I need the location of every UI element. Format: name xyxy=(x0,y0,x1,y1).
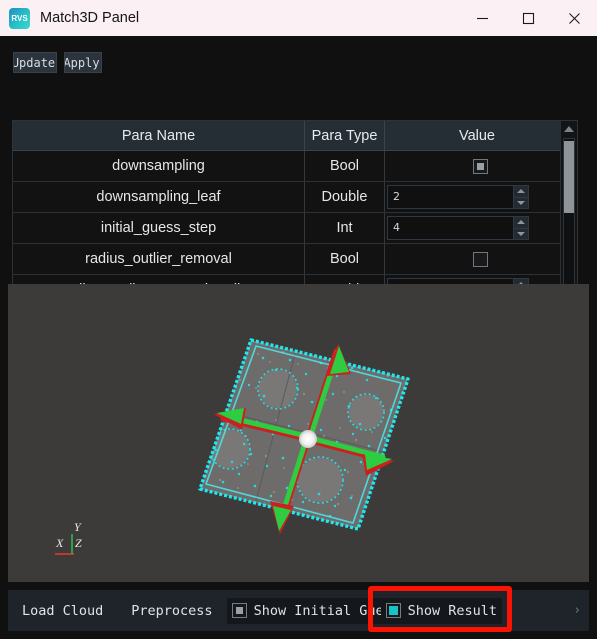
scroll-up-icon[interactable] xyxy=(561,121,577,137)
spinbox-decrement-icon[interactable] xyxy=(513,197,528,208)
spinbox-value: 2 xyxy=(393,190,400,203)
rvs-app-icon: RVS xyxy=(9,7,30,29)
column-header-para-name[interactable]: Para Name xyxy=(13,121,305,151)
gizmo-x-label: X xyxy=(56,536,64,550)
param-type-cell: Int xyxy=(304,212,385,244)
3d-viewport[interactable]: Y X Z xyxy=(8,284,589,582)
parameter-table: Para Name Para Type Value downsampling B… xyxy=(12,120,578,309)
param-value-cell[interactable]: 4 xyxy=(384,212,569,244)
show-initial-guess-checkbox[interactable]: Show Initial Guess xyxy=(226,597,381,624)
param-type-cell: Bool xyxy=(304,150,385,182)
origin-handle xyxy=(299,430,317,448)
apply-button[interactable]: Apply xyxy=(64,52,102,73)
preprocess-button[interactable]: Preprocess xyxy=(117,603,226,619)
table-scrollbar[interactable] xyxy=(560,121,577,308)
table-row[interactable]: downsampling_leaf Double 2 xyxy=(13,181,569,213)
spinbox-value: 4 xyxy=(393,221,400,234)
param-name-cell: radius_outlier_removal xyxy=(13,243,305,275)
initial-guess-step-spinbox[interactable]: 4 xyxy=(387,216,529,240)
spinbox-arrows xyxy=(513,217,528,239)
panel-body: Update Apply Para Name Para Type Value d… xyxy=(0,36,597,639)
param-type-cell: Double xyxy=(304,181,385,213)
downsampling-checkbox[interactable] xyxy=(472,158,488,174)
apply-button-label: Apply xyxy=(64,55,100,70)
update-button[interactable]: Update xyxy=(13,52,57,73)
top-toolbar: Update Apply xyxy=(13,52,102,73)
column-header-value[interactable]: Value xyxy=(384,121,569,151)
table-row[interactable]: radius_outlier_removal Bool xyxy=(13,243,569,275)
minimize-icon[interactable] xyxy=(459,0,505,36)
column-header-para-type[interactable]: Para Type xyxy=(304,121,385,151)
spinbox-arrows xyxy=(513,186,528,208)
gizmo-y-label: Y xyxy=(74,520,81,534)
checkbox-indicator-icon xyxy=(385,603,401,618)
show-result-label: Show Result xyxy=(407,602,497,619)
table-header-row: Para Name Para Type Value xyxy=(13,121,569,151)
spinbox-decrement-icon[interactable] xyxy=(513,228,528,239)
match3d-panel-window: RVS Match3D Panel Update Apply Para Name… xyxy=(0,0,597,639)
param-value-cell[interactable]: 2 xyxy=(384,181,569,213)
spinbox-increment-icon[interactable] xyxy=(513,217,528,229)
scrollbar-thumb[interactable] xyxy=(564,141,574,213)
load-cloud-button[interactable]: Load Cloud xyxy=(8,603,117,619)
window-title: Match3D Panel xyxy=(40,10,140,26)
bottom-toolbar: Load Cloud Preprocess Show Initial Guess… xyxy=(8,590,589,631)
title-bar: RVS Match3D Panel xyxy=(0,0,597,36)
update-button-label: Update xyxy=(13,55,56,70)
spinbox-increment-icon[interactable] xyxy=(513,186,528,198)
y-axis-line-icon xyxy=(71,534,73,554)
param-name-cell: initial_guess_step xyxy=(13,212,305,244)
show-initial-guess-label: Show Initial Guess xyxy=(253,602,381,619)
maximize-icon[interactable] xyxy=(505,0,551,36)
toolbar-overflow-chevron-icon[interactable]: › xyxy=(575,603,580,618)
checkbox-indicator-icon xyxy=(231,603,247,618)
close-icon[interactable] xyxy=(551,0,597,36)
param-name-cell: downsampling xyxy=(13,150,305,182)
param-type-cell: Bool xyxy=(304,243,385,275)
table-row[interactable]: downsampling Bool xyxy=(13,150,569,182)
param-name-cell: downsampling_leaf xyxy=(13,181,305,213)
downsampling-leaf-spinbox[interactable]: 2 xyxy=(387,185,529,209)
axis-orientation-gizmo: Y X Z xyxy=(52,520,98,564)
table-row[interactable]: initial_guess_step Int 4 xyxy=(13,212,569,244)
param-value-cell[interactable] xyxy=(384,150,569,182)
param-value-cell[interactable] xyxy=(384,243,569,275)
window-controls xyxy=(459,0,597,36)
show-result-checkbox[interactable]: Show Result xyxy=(380,597,502,624)
gizmo-z-label: Z xyxy=(75,536,82,550)
radius-outlier-removal-checkbox[interactable] xyxy=(472,251,488,267)
